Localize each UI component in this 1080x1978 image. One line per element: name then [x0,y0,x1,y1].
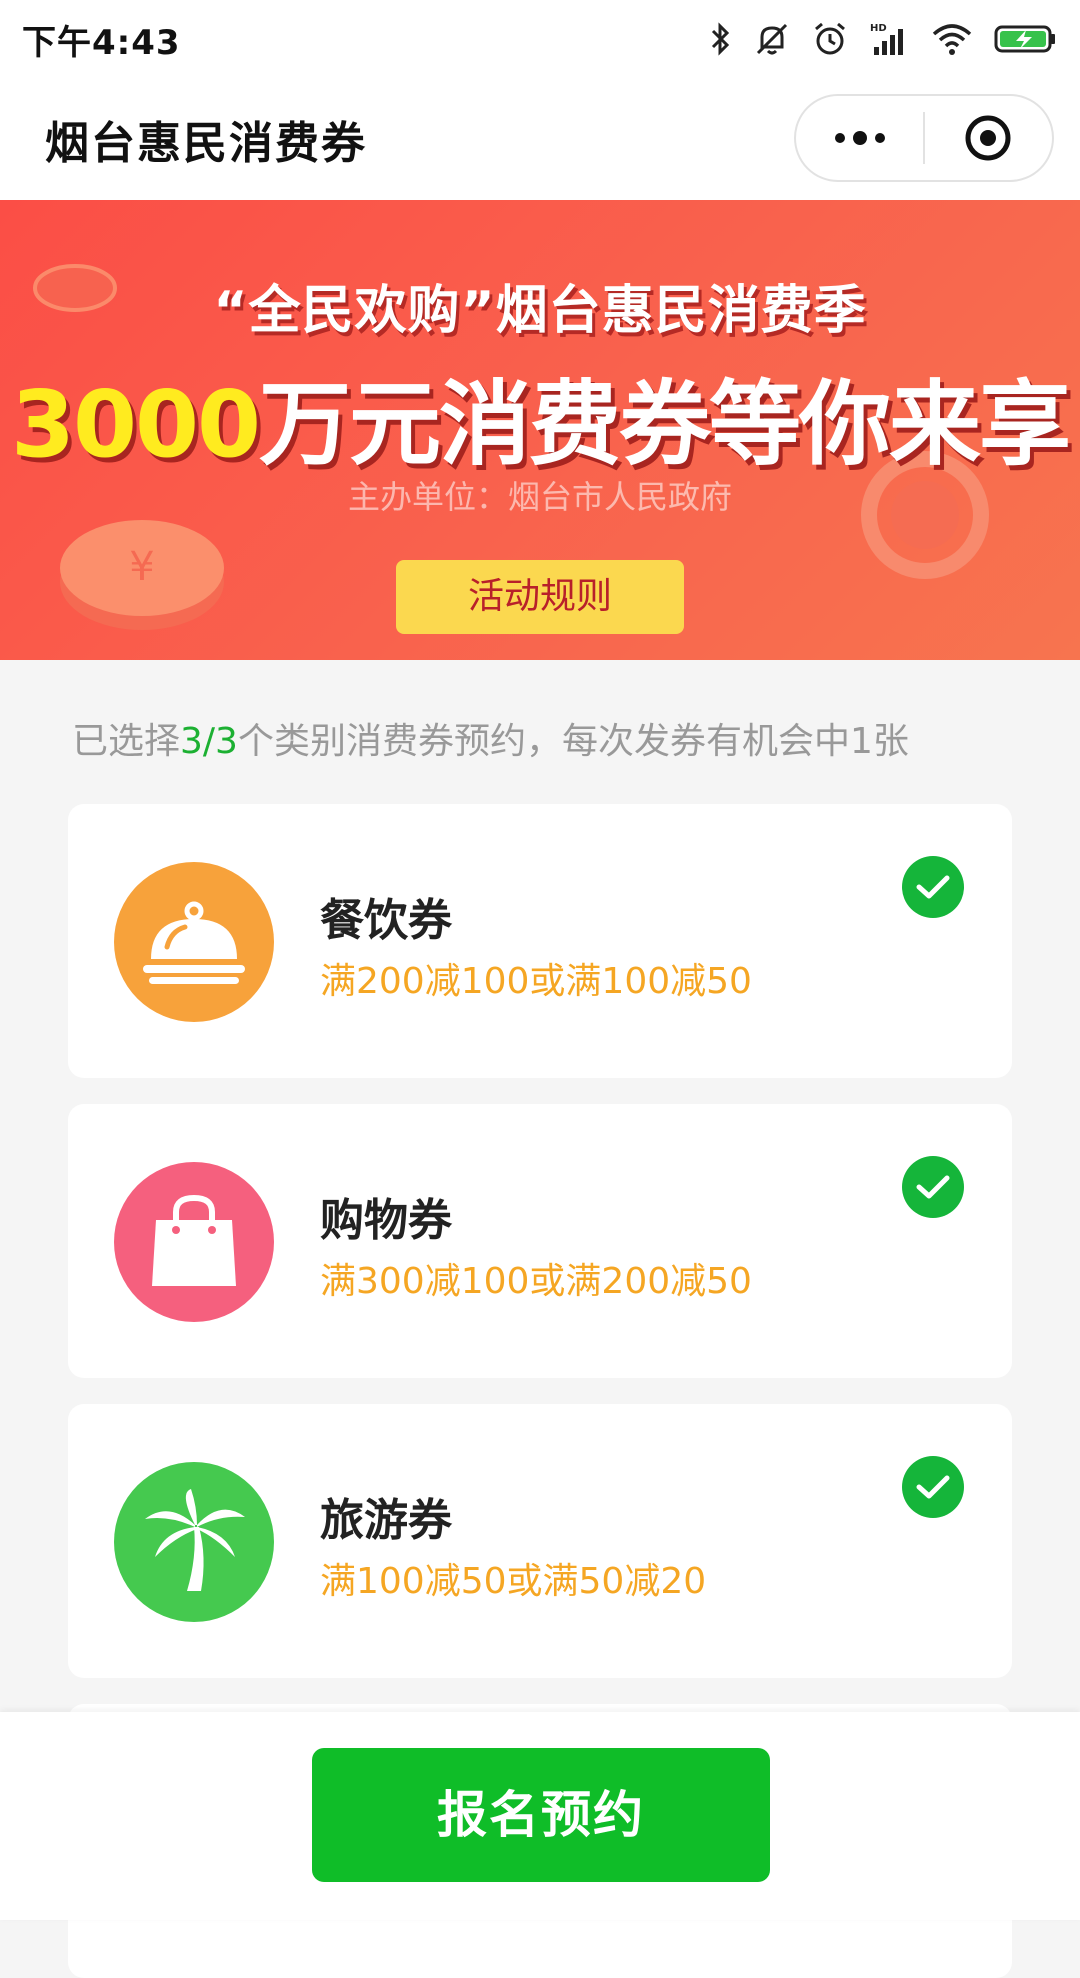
hd-signal-icon: HD [870,23,903,55]
target-close-icon [965,115,1011,161]
rules-button[interactable]: 活动规则 [396,560,684,634]
battery-charging-icon [994,25,1055,53]
coupon-desc: 满300减100或满200减50 [320,1261,752,1302]
status-icons: HD [710,21,1058,57]
banner-title-rest: 万元消费券等你来享 [259,371,1071,478]
shopping-bag-icon [114,1162,274,1322]
coupon-desc: 满200减100或满100减50 [320,961,752,1002]
check-icon[interactable] [902,1156,964,1218]
coupon-title: 餐饮券 [320,895,452,946]
palm-tree-icon [114,1462,274,1622]
banner-headline: “全民欢购”烟台惠民消费季 [213,281,867,341]
food-cloche-icon [114,862,274,1022]
coupon-title: 购物券 [320,1195,452,1246]
status-time: 下午4:43 [22,22,181,63]
banner-organizer: 主办单位：烟台市人民政府 [347,478,732,516]
nav-bar: 烟台惠民消费券 [0,78,1080,200]
more-button[interactable] [796,96,923,180]
hint-suffix: 个类别消费券预约，每次发券有机会中1张 [237,721,909,762]
hint-prefix: 已选择 [72,721,181,762]
hint-count: 3/3 [180,721,238,762]
coupon-card-food[interactable]: 餐饮券 满200减100或满100减50 [68,804,1012,1078]
coupon-title: 旅游券 [320,1495,452,1546]
bottom-bar: 报名预约 [0,1712,1080,1920]
svg-text:¥: ¥ [129,544,154,590]
hd-label: HD [870,23,887,34]
check-icon[interactable] [902,856,964,918]
selection-hint: 已选择3/3个类别消费券预约，每次发券有机会中1张 [72,712,909,764]
register-button[interactable]: 报名预约 [312,1748,770,1882]
status-bar: 下午4:43 HD [0,0,1080,78]
coupon-card-travel[interactable]: 旅游券 满100减50或满50减20 [68,1404,1012,1678]
mini-program-capsule [794,94,1054,182]
close-button[interactable] [925,96,1052,180]
page-title: 烟台惠民消费券 [45,118,367,169]
more-dots-icon [834,131,885,145]
coupon-desc: 满100减50或满50减20 [320,1561,707,1602]
banner-amount: 3000 [10,371,261,478]
wifi-icon [932,24,972,55]
bluetooth-icon [711,22,730,56]
coupon-card-shopping[interactable]: 购物券 满300减100或满200减50 [68,1104,1012,1378]
alarm-icon [815,22,845,55]
promo-banner: ¥ “全民欢购”烟台惠民消费季 3000万元消费券等你来享 主办单位：烟台市人民… [0,200,1080,660]
check-icon[interactable] [902,1456,964,1518]
mute-icon [756,23,788,55]
banner-title: 3000万元消费券等你来享 [0,350,1080,483]
coin-decoration: ¥ [60,520,224,630]
